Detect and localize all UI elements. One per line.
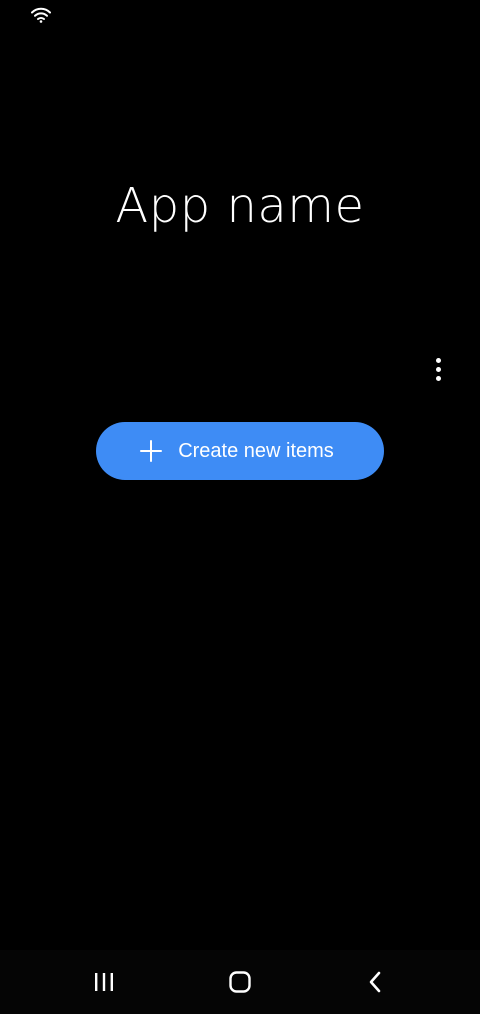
plus-icon [140, 440, 163, 462]
status-bar [0, 0, 480, 32]
back-icon [369, 971, 381, 993]
create-button-label: Create new items [178, 439, 334, 462]
recents-icon [95, 973, 113, 991]
back-button[interactable] [355, 964, 395, 1000]
more-options-button[interactable] [424, 352, 452, 386]
app-title: App name [115, 178, 365, 234]
recents-button[interactable] [84, 964, 124, 1000]
wifi-icon [31, 7, 51, 23]
home-button[interactable] [220, 964, 260, 1000]
create-new-items-button[interactable]: Create new items [96, 422, 384, 480]
navigation-bar [0, 950, 480, 1014]
more-vert-icon [435, 357, 441, 363]
home-icon [229, 971, 251, 993]
